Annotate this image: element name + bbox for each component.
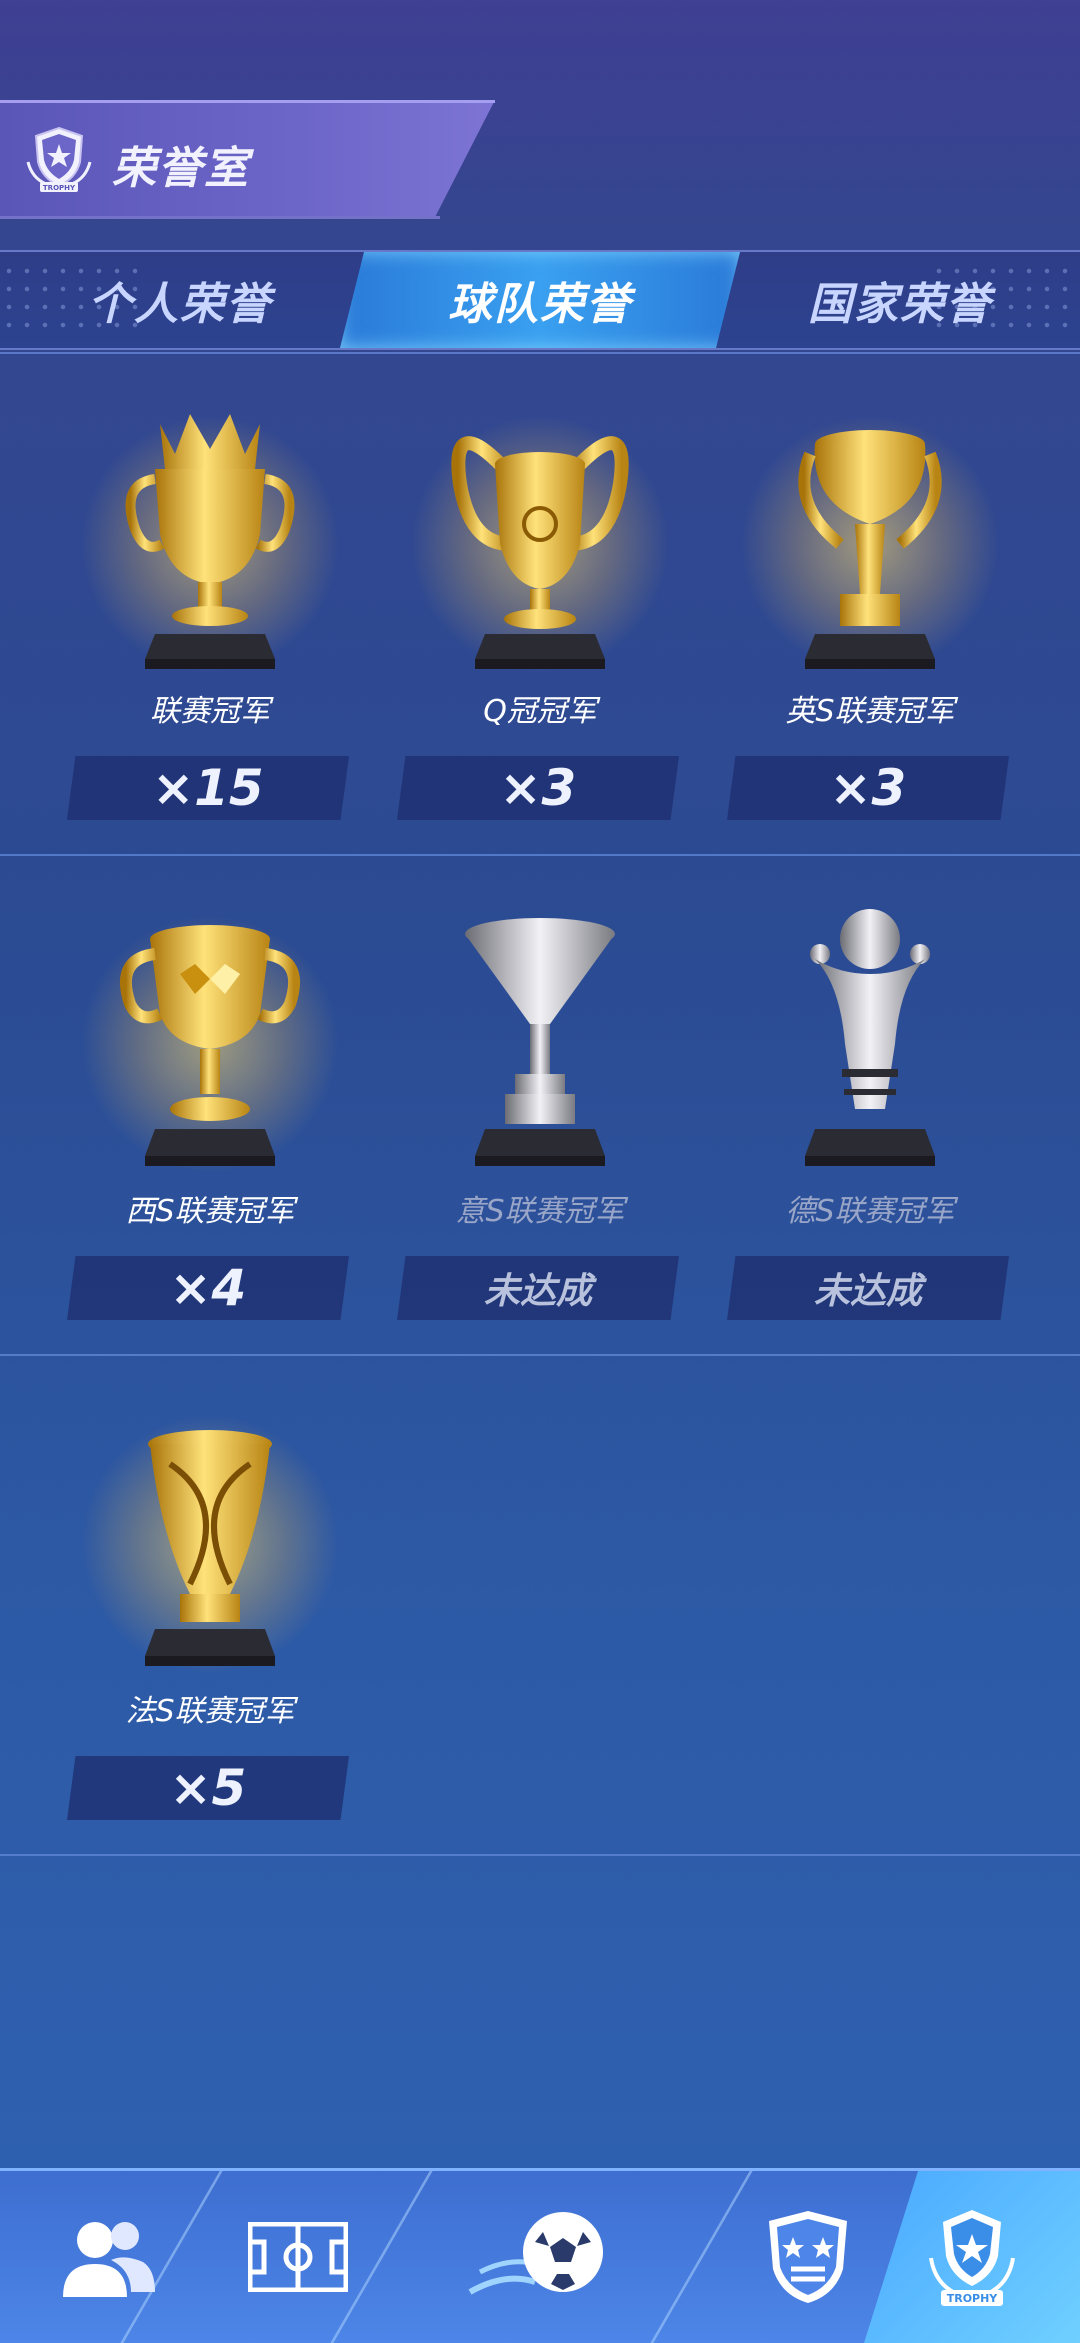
trophy-count: ×5 xyxy=(67,1756,349,1820)
trophy-name: Q冠冠军 xyxy=(483,694,597,729)
trophy-count: ×3 xyxy=(727,756,1009,820)
trophy-count: ×15 xyxy=(67,756,349,820)
tab-bar: 个人荣誉 球队荣誉 国家荣誉 xyxy=(0,250,1080,350)
crest-label: TROPHY xyxy=(43,184,76,192)
row-divider xyxy=(0,1854,1080,1856)
silver-ball-cup-icon xyxy=(805,909,935,1166)
tab-label: 国家荣誉 xyxy=(808,279,992,330)
club-shield-icon xyxy=(769,2211,847,2303)
trophy-name: 联赛冠军 xyxy=(150,694,270,729)
trophy-card-england[interactable]: 英S联赛冠军 ×3 xyxy=(705,354,1035,854)
trophy-card-league[interactable]: 联赛冠军 ×15 xyxy=(45,354,375,854)
trophy-badge-label: TROPHY xyxy=(947,2292,999,2305)
trophy-count: 未达成 xyxy=(727,1256,1009,1320)
trophy-name: 德S联赛冠军 xyxy=(785,1194,955,1229)
nav-match[interactable] xyxy=(432,2171,648,2343)
page-title: 荣誉室 xyxy=(112,143,250,194)
header-divider-bottom xyxy=(0,216,440,219)
players-icon xyxy=(63,2222,155,2297)
tab-label: 球队荣誉 xyxy=(448,279,632,330)
gold-twisted-cup-icon xyxy=(145,1430,275,1666)
trophy-count: ×4 xyxy=(67,1256,349,1320)
gold-faceted-cup-icon xyxy=(120,925,300,1166)
trophy-badge-icon: TROPHY xyxy=(929,2210,1015,2306)
trophy-card-q-cup[interactable]: Q冠冠军 ×3 xyxy=(375,354,705,854)
gold-big-ear-cup-icon xyxy=(451,436,629,669)
gold-winged-cup-icon xyxy=(798,430,942,669)
tab-team-honor[interactable]: 球队荣誉 xyxy=(340,252,740,348)
trophy-name: 意S联赛冠军 xyxy=(455,1194,625,1229)
trophy-card-france[interactable]: 法S联赛冠军 ×5 xyxy=(45,1354,375,1854)
tab-label: 个人荣誉 xyxy=(88,279,272,330)
trophy-crest-icon: TROPHY xyxy=(26,126,92,192)
tab-personal-honor[interactable]: 个人荣誉 xyxy=(20,252,340,348)
trophy-card-italy[interactable]: 意S联赛冠军 未达成 xyxy=(375,854,705,1354)
trophy-card-spain[interactable]: 西S联赛冠军 ×4 xyxy=(45,854,375,1354)
trophy-grid: 联赛冠军 ×15 Q冠冠军 ×3 英S联赛冠军 ×3 西S联赛冠军 ×4 意S联… xyxy=(0,352,1080,2164)
trophy-count: ×3 xyxy=(397,756,679,820)
nav-players[interactable] xyxy=(0,2171,216,2343)
trophy-card-germany[interactable]: 德S联赛冠军 未达成 xyxy=(705,854,1035,1354)
silver-funnel-cup-icon xyxy=(465,918,615,1166)
bottom-nav: TROPHY xyxy=(0,2168,1080,2343)
tab-national-honor[interactable]: 国家荣誉 xyxy=(740,252,1060,348)
gold-crown-cup-icon xyxy=(125,414,295,669)
nav-pitch[interactable] xyxy=(190,2171,406,2343)
pitch-icon xyxy=(248,2222,348,2292)
header-divider xyxy=(0,100,495,103)
trophy-name: 西S联赛冠军 xyxy=(125,1194,295,1229)
trophy-name: 英S联赛冠军 xyxy=(785,694,955,729)
trophy-name: 法S联赛冠军 xyxy=(125,1694,295,1729)
football-icon xyxy=(468,2212,603,2295)
trophy-count: 未达成 xyxy=(397,1256,679,1320)
